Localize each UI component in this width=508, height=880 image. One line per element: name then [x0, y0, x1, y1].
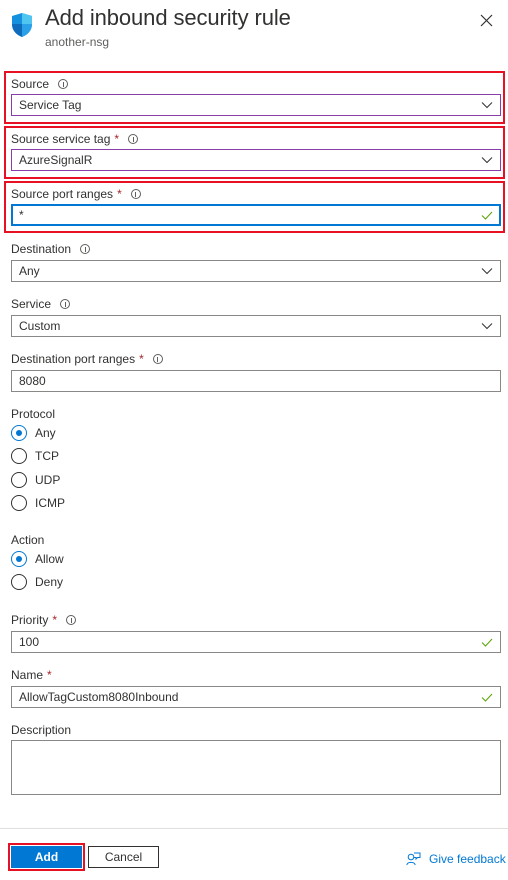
- checkmark-icon: [481, 693, 493, 702]
- chevron-down-icon: [481, 323, 493, 330]
- required-marker: *: [47, 668, 52, 682]
- info-icon[interactable]: [80, 244, 91, 254]
- radio-circle[interactable]: [11, 551, 27, 567]
- destination-dropdown[interactable]: Any: [11, 260, 501, 282]
- radio-circle[interactable]: [11, 425, 27, 441]
- source-label-text: Source: [11, 77, 50, 91]
- required-marker: *: [139, 352, 144, 366]
- radio-label: TCP: [35, 449, 59, 463]
- destination-port-ranges-label-text: Destination port ranges: [11, 352, 136, 366]
- protocol-radio-tcp[interactable]: TCP: [11, 448, 59, 464]
- radio-label: Allow: [35, 552, 64, 566]
- info-icon[interactable]: [66, 615, 77, 625]
- priority-label-text: Priority: [11, 613, 49, 627]
- radio-label: Any: [35, 426, 56, 440]
- description-textarea[interactable]: [11, 740, 501, 795]
- source-port-ranges-label-text: Source port ranges: [11, 187, 114, 201]
- action-label: Action: [11, 533, 45, 547]
- chevron-down-icon: [481, 157, 493, 164]
- service-label: Service: [11, 297, 71, 311]
- source-port-ranges-value: *: [19, 208, 24, 222]
- destination-value: Any: [19, 264, 40, 278]
- required-marker: *: [117, 187, 122, 201]
- name-label-text: Name: [11, 668, 44, 682]
- action-radio-deny[interactable]: Deny: [11, 574, 63, 590]
- info-icon[interactable]: [130, 189, 141, 199]
- service-value: Custom: [19, 319, 61, 333]
- service-label-text: Service: [11, 297, 52, 311]
- radio-label: UDP: [35, 473, 61, 487]
- source-port-ranges-input[interactable]: *: [11, 204, 501, 226]
- protocol-label: Protocol: [11, 407, 56, 421]
- destination-port-ranges-label: Destination port ranges *: [11, 352, 163, 366]
- name-label: Name *: [11, 668, 52, 682]
- source-service-tag-label: Source service tag *: [11, 132, 139, 146]
- source-port-ranges-label: Source port ranges *: [11, 187, 141, 201]
- radio-circle[interactable]: [11, 495, 27, 511]
- source-dropdown[interactable]: Service Tag: [11, 94, 501, 116]
- close-icon[interactable]: [479, 13, 494, 28]
- page-title: Add inbound security rule: [45, 5, 291, 30]
- required-marker: *: [114, 132, 120, 146]
- protocol-radio-any[interactable]: Any: [11, 425, 56, 441]
- service-dropdown[interactable]: Custom: [11, 315, 501, 337]
- info-icon[interactable]: [60, 299, 71, 309]
- destination-label: Destination: [11, 242, 91, 256]
- destination-port-ranges-input[interactable]: 8080: [11, 370, 501, 392]
- chevron-down-icon: [481, 102, 493, 109]
- priority-input[interactable]: 100: [11, 631, 501, 653]
- give-feedback-label: Give feedback: [429, 852, 506, 866]
- checkmark-icon: [481, 211, 493, 220]
- feedback-icon: [406, 852, 421, 866]
- radio-label: Deny: [35, 575, 64, 589]
- radio-label: ICMP: [35, 496, 65, 510]
- protocol-radio-udp[interactable]: UDP: [11, 472, 60, 488]
- source-value: Service Tag: [19, 98, 82, 112]
- info-icon[interactable]: [152, 354, 163, 364]
- radio-circle[interactable]: [11, 448, 27, 464]
- radio-circle[interactable]: [11, 472, 27, 488]
- source-service-tag-dropdown[interactable]: AzureSignalR: [11, 149, 501, 171]
- description-label: Description: [11, 723, 72, 737]
- priority-label: Priority *: [11, 613, 77, 627]
- required-marker: *: [52, 613, 58, 627]
- destination-port-ranges-value: 8080: [19, 374, 46, 388]
- name-input[interactable]: AllowTagCustom8080Inbound: [11, 686, 501, 708]
- info-icon[interactable]: [58, 79, 69, 89]
- source-service-tag-label-text: Source service tag: [11, 132, 111, 146]
- source-service-tag-value: AzureSignalR: [19, 153, 93, 167]
- give-feedback-link[interactable]: Give feedback: [406, 852, 506, 866]
- cancel-button[interactable]: Cancel: [88, 846, 159, 868]
- info-icon[interactable]: [128, 134, 139, 144]
- shield-icon: [12, 13, 32, 37]
- radio-circle[interactable]: [11, 574, 27, 590]
- highlight-box-add: [8, 843, 85, 871]
- action-radio-allow[interactable]: Allow: [11, 551, 64, 567]
- priority-value: 100: [19, 635, 40, 649]
- chevron-down-icon: [481, 268, 493, 275]
- page-subtitle: another-nsg: [45, 35, 110, 49]
- checkmark-icon: [481, 638, 493, 647]
- source-label: Source: [11, 77, 69, 91]
- footer-divider: [0, 828, 508, 829]
- protocol-radio-icmp[interactable]: ICMP: [11, 495, 65, 511]
- destination-label-text: Destination: [11, 242, 72, 256]
- name-value: AllowTagCustom8080Inbound: [19, 690, 179, 704]
